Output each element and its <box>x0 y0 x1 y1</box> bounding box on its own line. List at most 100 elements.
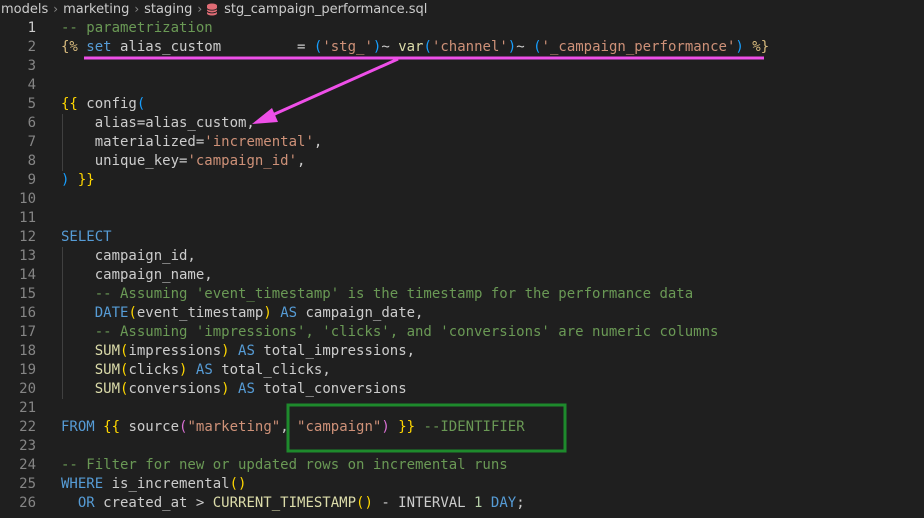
line-number: 24 <box>19 457 36 473</box>
breadcrumb-item-file[interactable]: stg_campaign_performance.sql <box>223 2 428 17</box>
code-token: 'stg_' <box>322 39 373 55</box>
code-line[interactable]: 10 <box>0 190 924 209</box>
code-token: DAY <box>490 495 517 511</box>
code-token: SUM <box>94 343 121 359</box>
code-line[interactable]: 23 <box>0 437 924 456</box>
code-text: campaign_name, <box>61 266 213 285</box>
code-token: {% <box>61 39 78 55</box>
line-number: 21 <box>19 400 36 416</box>
line-number: 13 <box>19 248 36 264</box>
code-token: ( <box>533 39 542 55</box>
code-token: ) <box>381 419 390 435</box>
code-token: set <box>86 39 112 55</box>
code-text: campaign_id, <box>61 247 196 266</box>
code-token: ) <box>221 343 230 359</box>
code-line[interactable]: 7 materialized='incremental', <box>0 133 924 152</box>
line-number: 15 <box>19 286 36 302</box>
code-text: materialized='incremental', <box>61 133 323 152</box>
line-number: 17 <box>19 324 36 340</box>
code-line[interactable]: 3 <box>0 57 924 76</box>
breadcrumb-item-marketing[interactable]: marketing <box>62 2 130 17</box>
line-number: 1 <box>27 20 36 36</box>
line-number: 8 <box>27 153 36 169</box>
code-token: clicks <box>128 362 180 378</box>
code-line[interactable]: 1 -- parametrization <box>0 19 924 38</box>
code-token: DATE <box>94 305 129 321</box>
code-token: {{ <box>103 419 121 435</box>
code-line[interactable]: 8 unique_key='campaign_id', <box>0 152 924 171</box>
code-line[interactable]: 12 SELECT <box>0 228 924 247</box>
code-token: event_timestamp <box>136 305 264 321</box>
code-token: alias_custom = <box>111 39 314 55</box>
code-text: SELECT <box>61 228 112 247</box>
line-number: 26 <box>19 495 36 511</box>
code-line[interactable]: 16 DATE(event_timestamp) AS campaign_dat… <box>0 304 924 323</box>
code-line[interactable]: 26 OR created_at > CURRENT_TIMESTAMP() -… <box>0 494 924 513</box>
code-line[interactable]: 18 SUM(impressions) AS total_impressions… <box>0 342 924 361</box>
line-number: 10 <box>19 191 36 207</box>
code-text: ) }} <box>61 171 95 190</box>
code-text: SUM(conversions) AS total_conversions <box>61 380 407 399</box>
code-line[interactable]: 22 FROM {{ source("marketing", "campaign"… <box>0 418 924 437</box>
code-token: SUM <box>94 381 121 397</box>
code-text: SUM(clicks) AS total_clicks, <box>61 361 331 380</box>
line-number: 4 <box>27 77 36 93</box>
breadcrumb-item-models[interactable]: models <box>0 2 49 17</box>
code-token: , <box>280 419 298 435</box>
code-token: () <box>229 476 247 492</box>
code-line[interactable]: 19 SUM(clicks) AS total_clicks, <box>0 361 924 380</box>
code-line[interactable]: 15 -- Assuming 'event_timestamp' is the … <box>0 285 924 304</box>
code-line[interactable]: 13 campaign_id, <box>0 247 924 266</box>
code-token: -- Assuming 'impressions', 'clicks', and… <box>61 324 719 340</box>
code-line[interactable]: 5 {{ config( <box>0 95 924 114</box>
code-text: FROM {{ source("marketing", "campaign") … <box>61 418 525 437</box>
code-token: {{ <box>61 96 78 112</box>
code-token: WHERE <box>61 476 104 492</box>
code-line[interactable]: 17 -- Assuming 'impressions', 'clicks', … <box>0 323 924 342</box>
code-token: materialized= <box>61 134 205 150</box>
code-token: "campaign" <box>297 419 382 435</box>
line-number: 22 <box>19 419 36 435</box>
code-line[interactable]: 20 SUM(conversions) AS total_conversions <box>0 380 924 399</box>
code-text: SUM(impressions) AS total_impressions, <box>61 342 415 361</box>
code-line[interactable]: 24 -- Filter for new or updated rows on i… <box>0 456 924 475</box>
code-line[interactable]: 9) }} <box>0 171 924 190</box>
code-token: SELECT <box>61 229 112 245</box>
code-line[interactable]: 6 alias=alias_custom, <box>0 114 924 133</box>
code-line[interactable]: 25 WHERE is_incremental() <box>0 475 924 494</box>
breadcrumb-item-staging[interactable]: staging <box>143 2 193 17</box>
code-line[interactable]: 21 <box>0 399 924 418</box>
code-token: 'channel' <box>431 39 508 55</box>
code-token: AS <box>238 343 255 359</box>
code-token: 'incremental' <box>204 134 314 150</box>
code-line[interactable]: 4 <box>0 76 924 95</box>
code-token: ) <box>221 381 230 397</box>
chevron-right-icon: › <box>134 2 140 16</box>
code-token: %} <box>752 39 770 55</box>
code-text: alias=alias_custom, <box>61 114 255 133</box>
line-number: 3 <box>27 58 36 74</box>
code-token: ) <box>735 39 744 55</box>
code-line[interactable]: 14 campaign_name, <box>0 266 924 285</box>
code-token: created_at > <box>94 495 213 511</box>
line-number: 25 <box>19 476 36 492</box>
code-line[interactable]: 11 <box>0 209 924 228</box>
code-token: campaign_date, <box>297 305 424 321</box>
code-text: unique_key='campaign_id', <box>61 152 306 171</box>
code-editor[interactable]: 1 -- parametrization 2 {% set alias_custom … <box>0 18 924 518</box>
chevron-right-icon: › <box>53 2 59 16</box>
code-line[interactable]: 2 {% set alias_custom = ('stg_')~ var('ch… <box>0 38 924 57</box>
code-token: , <box>313 134 323 150</box>
code-token: 'campaign_id' <box>187 153 298 169</box>
code-text: {{ config( <box>61 95 145 114</box>
code-token: ; <box>516 495 525 511</box>
